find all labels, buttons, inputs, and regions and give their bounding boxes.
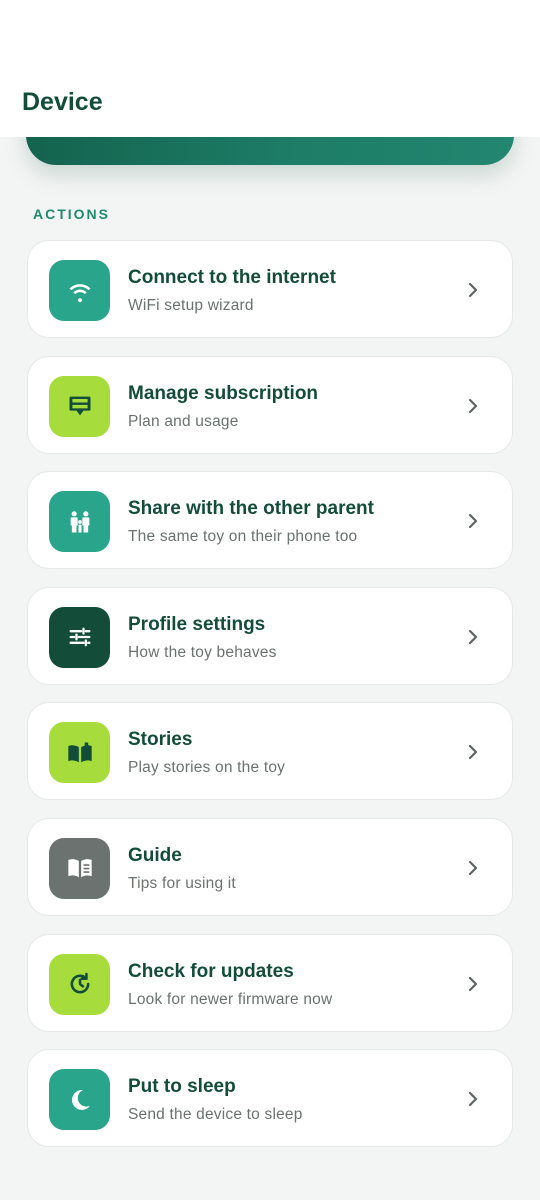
stories-card[interactable]: Stories Play stories on the toy (27, 702, 513, 801)
card-title: Check for updates (128, 960, 294, 982)
moon-icon (49, 1069, 110, 1131)
section-label-actions: ACTIONS (33, 206, 110, 222)
update-clock-icon (49, 953, 110, 1015)
open-book-icon (49, 722, 110, 784)
card-title: Stories (128, 729, 193, 751)
card-title: Connect to the internet (128, 267, 336, 288)
subscription-card-icon (49, 375, 110, 437)
card-subtitle: WiFi setup wizard (128, 297, 254, 314)
page-title: Device (22, 88, 103, 116)
card-subtitle: The same toy on their phone too (128, 528, 358, 546)
card-title: Guide (128, 844, 182, 866)
profile-settings-card[interactable]: Profile settings How the toy behaves (27, 586, 513, 685)
put-to-sleep-card[interactable]: Put to sleep Send the device to sleep (27, 1049, 513, 1148)
manage-subscription-card[interactable]: Manage subscription Plan and usage (27, 355, 513, 454)
actions-list: Connect to the internet WiFi setup wizar… (27, 240, 513, 1165)
top-app-bar: Device (0, 0, 540, 137)
chevron-right-icon (464, 627, 482, 647)
card-subtitle: Tips for using it (128, 874, 236, 892)
card-title: Put to sleep (128, 1076, 236, 1098)
connect-internet-card[interactable]: Connect to the internet WiFi setup wizar… (27, 240, 513, 338)
chevron-right-icon (464, 280, 482, 300)
card-subtitle: Look for newer firmware now (128, 990, 333, 1008)
chevron-right-icon (464, 1089, 482, 1109)
chevron-right-icon (464, 742, 482, 762)
card-subtitle: Play stories on the toy (128, 759, 286, 777)
chevron-right-icon (464, 511, 482, 531)
card-subtitle: Send the device to sleep (128, 1106, 303, 1124)
chevron-right-icon (464, 396, 482, 416)
family-icon (49, 491, 110, 553)
guide-card[interactable]: Guide Tips for using it (27, 817, 513, 916)
chevron-right-icon (464, 858, 482, 878)
card-title: Manage subscription (128, 382, 319, 404)
card-title: Share with the other parent (128, 498, 374, 520)
chevron-right-icon (464, 974, 482, 994)
sliders-icon (49, 606, 110, 668)
card-title: Profile settings (128, 613, 266, 635)
card-subtitle: Plan and usage (128, 412, 239, 430)
card-subtitle: How the toy behaves (128, 643, 277, 661)
guide-book-icon (49, 837, 110, 899)
check-updates-card[interactable]: Check for updates Look for newer firmwar… (27, 933, 513, 1032)
share-parent-card[interactable]: Share with the other parent The same toy… (27, 471, 513, 570)
wifi-icon (49, 260, 110, 321)
